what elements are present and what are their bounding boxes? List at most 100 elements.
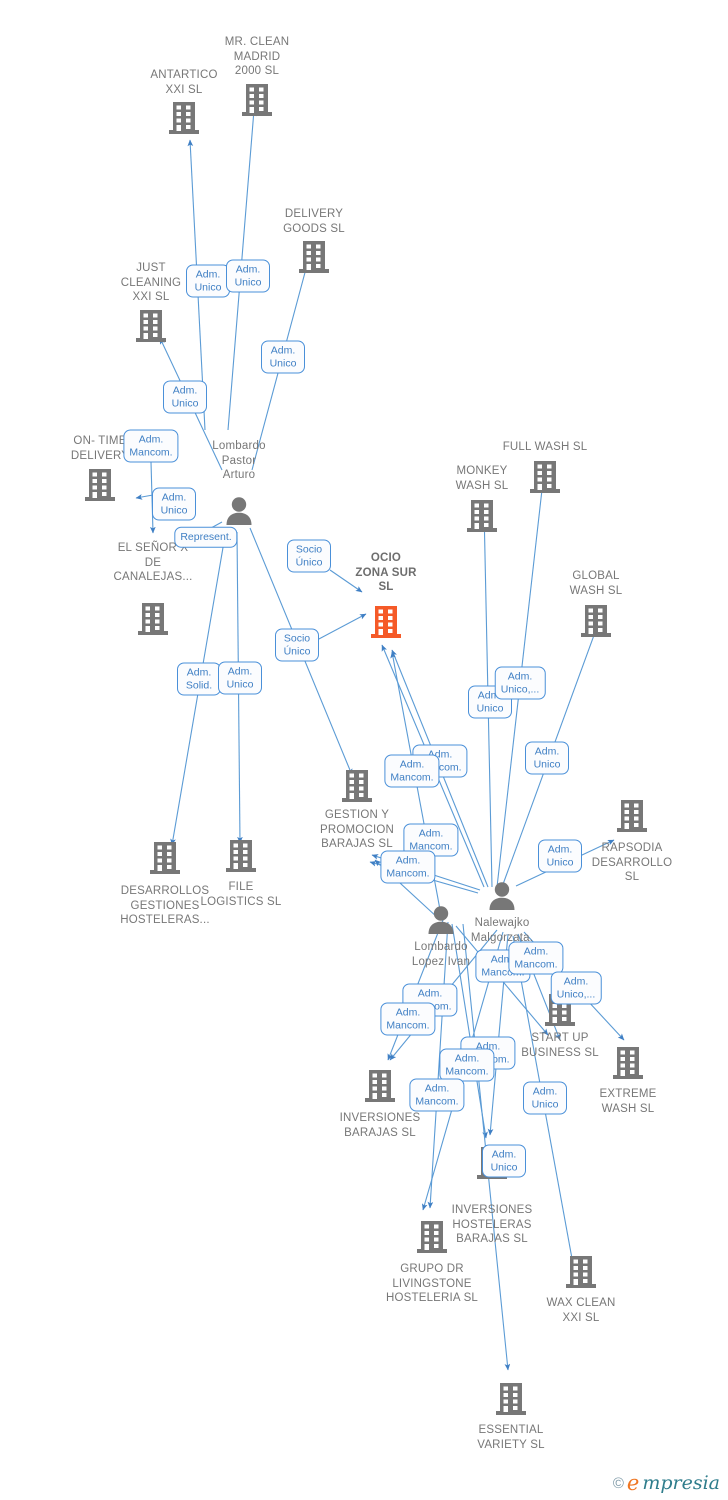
node-rapsodia[interactable]: RAPSODIA DESARROLLO SL bbox=[572, 841, 692, 885]
node-essential[interactable]: ESSENTIAL VARIETY SL bbox=[451, 1423, 571, 1452]
node-icon-ontime[interactable] bbox=[40, 467, 160, 503]
building-icon bbox=[169, 102, 199, 134]
icon-wrap bbox=[442, 881, 562, 911]
node-icon-justcleaning[interactable] bbox=[91, 308, 211, 344]
node-icon-monkeywash[interactable] bbox=[422, 498, 542, 534]
node-inversiones[interactable]: INVERSIONES BARAJAS SL bbox=[320, 1111, 440, 1140]
node-icon-waxclean[interactable] bbox=[521, 1254, 641, 1290]
org-network-diagram: ANTARTICO XXI SL MR. CLEAN MADRID 2000 SL… bbox=[0, 0, 728, 1500]
node-grupodr[interactable]: GRUPO DR LIVINGSTONE HOSTELERIA SL bbox=[372, 1262, 492, 1306]
edge-label-l4[interactable]: Adm. Unico bbox=[163, 380, 207, 414]
node-icon-rapsodia[interactable] bbox=[572, 798, 692, 834]
edge-label-l22[interactable]: Adm. Unico,... bbox=[550, 971, 602, 1005]
node-icon-senorx[interactable] bbox=[93, 601, 213, 637]
building-icon bbox=[566, 1256, 596, 1288]
edge-label-l27[interactable]: Adm. Mancom. bbox=[409, 1078, 465, 1112]
node-label: MR. CLEAN MADRID 2000 SL bbox=[224, 36, 290, 77]
node-monkeywash[interactable]: MONKEY WASH SL bbox=[422, 464, 542, 493]
edge-label-l16[interactable]: Adm. Mancom. bbox=[384, 754, 440, 788]
edge-label-l10[interactable]: Adm. Solid. bbox=[177, 662, 221, 696]
building-icon bbox=[371, 606, 401, 638]
node-icon-globalwash[interactable] bbox=[536, 603, 656, 639]
brand-initial: e bbox=[626, 1471, 640, 1495]
node-label: GLOBAL WASH SL bbox=[569, 570, 623, 597]
node-label: FULL WASH SL bbox=[502, 441, 588, 453]
node-icon-delivery[interactable] bbox=[254, 239, 374, 275]
icon-wrap bbox=[181, 838, 301, 874]
node-fullwash[interactable]: FULL WASH SL bbox=[485, 440, 605, 455]
building-icon bbox=[467, 500, 497, 532]
building-icon bbox=[342, 770, 372, 802]
icon-wrap bbox=[521, 1254, 641, 1290]
copyright-icon: © bbox=[612, 1475, 624, 1492]
node-label: MONKEY WASH SL bbox=[455, 465, 509, 492]
node-delivery[interactable]: DELIVERY GOODS SL bbox=[254, 207, 374, 236]
node-icon-extreme[interactable] bbox=[568, 1045, 688, 1081]
person-icon bbox=[489, 882, 515, 910]
node-arturo[interactable]: Lombardo Pastor Arturo bbox=[179, 439, 299, 483]
node-label: EXTREME WASH SL bbox=[599, 1088, 657, 1115]
node-icon-ociozonasur[interactable] bbox=[326, 604, 446, 640]
node-senorx[interactable]: EL SEÑOR X DE CANALEJAS... bbox=[93, 541, 213, 585]
icon-wrap bbox=[451, 1381, 571, 1417]
edge-label-l3[interactable]: Adm. Unico bbox=[261, 340, 305, 374]
edge-label-l7[interactable]: Represent. bbox=[174, 526, 238, 548]
icon-wrap bbox=[536, 603, 656, 639]
building-icon bbox=[617, 800, 647, 832]
node-label: WAX CLEAN XXI SL bbox=[546, 1297, 616, 1324]
node-label: Lombardo Pastor Arturo bbox=[212, 440, 266, 481]
empresia-watermark: © e mpresia bbox=[613, 1473, 720, 1494]
edge-label-l1[interactable]: Adm. Unico bbox=[186, 264, 230, 298]
edge-label-l8[interactable]: Socio Único bbox=[287, 539, 331, 573]
node-icon-mrclean[interactable] bbox=[197, 82, 317, 118]
brand-name: mpresia bbox=[642, 1472, 720, 1494]
node-file[interactable]: FILE LOGISTICS SL bbox=[181, 880, 301, 909]
node-label: DELIVERY GOODS SL bbox=[283, 208, 345, 235]
icon-wrap bbox=[197, 82, 317, 118]
node-icon-grupodr[interactable] bbox=[372, 1219, 492, 1255]
building-icon bbox=[150, 842, 180, 874]
edge-label-l18[interactable]: Adm. Mancom. bbox=[380, 850, 436, 884]
icon-wrap bbox=[568, 1045, 688, 1081]
edge-label-l29[interactable]: Adm. Unico bbox=[482, 1144, 526, 1178]
icon-wrap bbox=[179, 496, 299, 526]
icon-wrap bbox=[326, 604, 446, 640]
node-waxclean[interactable]: WAX CLEAN XXI SL bbox=[521, 1296, 641, 1325]
node-icon-essential[interactable] bbox=[451, 1381, 571, 1417]
node-icon-malgorzata[interactable] bbox=[442, 881, 562, 911]
icon-wrap bbox=[372, 1219, 492, 1255]
edge-label-l14[interactable]: Adm. Unico bbox=[525, 741, 569, 775]
edge-label-l6[interactable]: Adm. Unico bbox=[152, 487, 196, 521]
edge-label-l21[interactable]: Adm. Mancom. bbox=[508, 941, 564, 975]
node-icon-arturo[interactable] bbox=[179, 496, 299, 526]
building-icon bbox=[138, 603, 168, 635]
node-extreme[interactable]: EXTREME WASH SL bbox=[568, 1087, 688, 1116]
node-label: GESTION Y PROMOCION BARAJAS SL bbox=[320, 809, 394, 850]
edge-label-l19[interactable]: Adm. Unico bbox=[538, 839, 582, 873]
edge-label-l2[interactable]: Adm. Unico bbox=[226, 259, 270, 293]
building-icon bbox=[417, 1221, 447, 1253]
node-mrclean[interactable]: MR. CLEAN MADRID 2000 SL bbox=[197, 35, 317, 79]
edge-label-l28[interactable]: Adm. Unico bbox=[523, 1081, 567, 1115]
node-icon-file[interactable] bbox=[181, 838, 301, 874]
node-gestion[interactable]: GESTION Y PROMOCION BARAJAS SL bbox=[297, 808, 417, 852]
icon-wrap bbox=[422, 498, 542, 534]
node-label: RAPSODIA DESARROLLO SL bbox=[591, 842, 673, 883]
edge-label-l13[interactable]: Adm. Unico,... bbox=[494, 666, 546, 700]
node-globalwash[interactable]: GLOBAL WASH SL bbox=[536, 569, 656, 598]
node-label: EL SEÑOR X DE CANALEJAS... bbox=[113, 542, 193, 583]
edge-label-l11[interactable]: Adm. Unico bbox=[218, 661, 262, 695]
edge-label-l9[interactable]: Socio Único bbox=[275, 628, 319, 662]
node-ociozonasur[interactable]: OCIO ZONA SUR SL bbox=[326, 551, 446, 595]
building-icon bbox=[365, 1070, 395, 1102]
node-label: INVERSIONES BARAJAS SL bbox=[339, 1112, 421, 1139]
person-icon bbox=[226, 497, 252, 525]
icon-wrap bbox=[93, 601, 213, 637]
icon-wrap bbox=[254, 239, 374, 275]
edge-label-l24[interactable]: Adm. Mancom. bbox=[380, 1002, 436, 1036]
building-icon bbox=[613, 1047, 643, 1079]
edge-label-l5[interactable]: Adm. Mancom. bbox=[123, 429, 179, 463]
building-icon bbox=[226, 840, 256, 872]
edge-label-l26[interactable]: Adm. Mancom. bbox=[439, 1048, 495, 1082]
building-icon bbox=[136, 310, 166, 342]
